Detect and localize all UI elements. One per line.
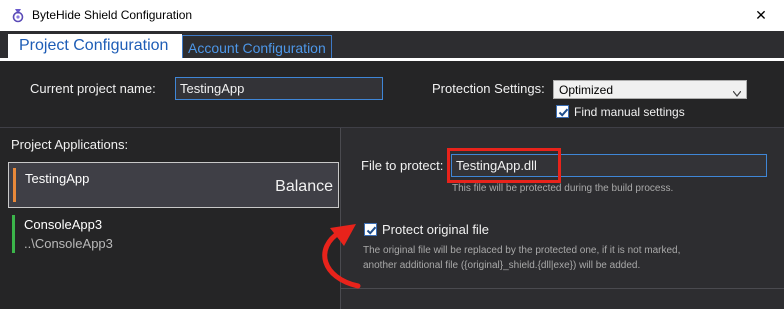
find-manual-settings-label: Find manual settings bbox=[574, 105, 685, 119]
application-name: TestingApp bbox=[25, 171, 90, 186]
find-manual-settings-checkbox[interactable] bbox=[556, 105, 569, 118]
tab-bar: Project Configuration Account Configurat… bbox=[0, 31, 784, 60]
protect-original-label: Protect original file bbox=[382, 222, 489, 237]
file-to-protect-hint: This file will be protected during the b… bbox=[452, 183, 674, 194]
protection-settings-label: Protection Settings: bbox=[432, 81, 545, 96]
project-name-input[interactable]: TestingApp bbox=[175, 77, 383, 100]
tab-account-configuration[interactable]: Account Configuration bbox=[182, 35, 332, 59]
app-logo-icon bbox=[10, 7, 26, 23]
chevron-down-icon bbox=[732, 86, 742, 97]
tab-project-configuration[interactable]: Project Configuration bbox=[8, 34, 182, 60]
application-path: ..\ConsoleApp3 bbox=[24, 236, 113, 251]
protection-settings-value: Optimized bbox=[559, 83, 614, 97]
checkmark-icon bbox=[558, 108, 569, 117]
title-bar: ByteHide Shield Configuration ✕ bbox=[0, 0, 784, 31]
window-title: ByteHide Shield Configuration bbox=[32, 8, 193, 22]
annotation-arrow-icon bbox=[322, 224, 361, 289]
close-icon: ✕ bbox=[755, 7, 767, 23]
accent-bar bbox=[13, 168, 16, 202]
application-name: ConsoleApp3 bbox=[24, 217, 103, 232]
application-item-consoleapp3[interactable]: ConsoleApp3 ..\ConsoleApp3 bbox=[8, 211, 339, 255]
protection-settings-select[interactable]: Optimized bbox=[553, 80, 747, 99]
protection-level: Balance bbox=[275, 178, 333, 195]
protect-original-hint-line-2: another additional file ({original}_shie… bbox=[363, 260, 641, 271]
project-name-label: Current project name: bbox=[30, 81, 156, 96]
applications-header: Project Applications: bbox=[11, 137, 129, 152]
annotation-highlight-box bbox=[447, 148, 561, 183]
close-button[interactable]: ✕ bbox=[738, 0, 784, 31]
panel-bottom-divider bbox=[341, 288, 784, 289]
file-to-protect-label: File to protect: bbox=[361, 158, 444, 173]
protect-original-hint-line-1: The original file will be replaced by th… bbox=[363, 245, 681, 256]
accent-bar bbox=[12, 215, 15, 253]
application-item-testingapp[interactable]: TestingApp Balance bbox=[8, 162, 339, 208]
